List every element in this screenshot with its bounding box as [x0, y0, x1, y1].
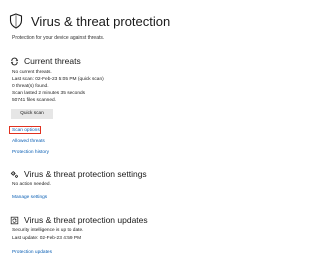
- protection-updates-header: Virus & threat protection updates: [10, 215, 148, 225]
- threat-status-line: No current threats.: [12, 70, 52, 75]
- refresh-shield-icon: [10, 57, 19, 65]
- virus-threat-protection-page: Virus & threat protection Protection for…: [0, 0, 300, 270]
- current-threats-header: Current threats: [10, 56, 81, 66]
- page-header: Virus & threat protection: [9, 13, 170, 29]
- intelligence-status-line: Security intelligence is up to date.: [12, 228, 84, 233]
- page-title: Virus & threat protection: [31, 13, 171, 29]
- update-refresh-icon: [10, 216, 19, 224]
- shield-icon: [9, 13, 23, 29]
- scan-duration-line: Scan lasted 2 minutes 35 seconds: [12, 91, 86, 96]
- current-threats-title: Current threats: [24, 56, 81, 66]
- allowed-threats-link[interactable]: Allowed threats: [12, 139, 45, 144]
- files-scanned-line: 50741 files scanned.: [12, 98, 57, 103]
- scan-options-link[interactable]: Scan options: [12, 128, 40, 133]
- protection-history-link[interactable]: Protection history: [12, 150, 49, 155]
- threats-found-line: 0 threat(s) found.: [12, 84, 49, 89]
- settings-gear-icon: [10, 170, 19, 178]
- protection-updates-link[interactable]: Protection updates: [12, 250, 52, 255]
- protection-updates-title: Virus & threat protection updates: [24, 215, 148, 225]
- settings-status-line: No action needed.: [12, 182, 51, 187]
- page-subtitle: Protection for your device against threa…: [12, 35, 105, 41]
- protection-settings-title: Virus & threat protection settings: [24, 169, 147, 179]
- last-scan-line: Last scan: 02-Feb-23 5:05 PM (quick scan…: [12, 77, 104, 82]
- quick-scan-button[interactable]: Quick scan: [11, 109, 53, 119]
- manage-settings-link[interactable]: Manage settings: [12, 195, 47, 200]
- last-update-line: Last update: 02-Feb-23 4:59 PM: [12, 236, 82, 241]
- protection-settings-header: Virus & threat protection settings: [10, 169, 147, 179]
